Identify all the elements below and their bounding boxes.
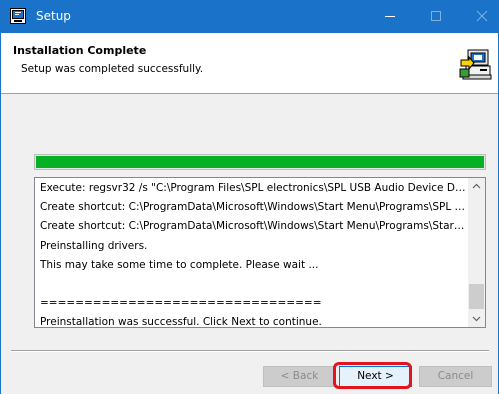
log-line: This may take some time to complete. Ple… bbox=[40, 258, 319, 271]
installer-computer-icon bbox=[459, 49, 492, 80]
chevron-up-icon bbox=[472, 183, 481, 189]
install-log[interactable]: Execute: regsvr32 /s "C:\Program Files\S… bbox=[34, 177, 486, 328]
scroll-thumb[interactable] bbox=[469, 284, 484, 309]
minimize-icon bbox=[385, 16, 395, 17]
log-line: ================================ bbox=[40, 297, 322, 310]
log-line: Preinstallation was successful. Click Ne… bbox=[40, 316, 322, 328]
scroll-up-button[interactable] bbox=[468, 178, 485, 195]
setup-window: Setup Installation Complete Setup was co… bbox=[0, 0, 499, 394]
log-line: Preinstalling drivers. bbox=[40, 239, 148, 252]
page-title: Installation Complete bbox=[13, 44, 147, 57]
progress-bar-fill bbox=[36, 156, 484, 168]
log-line: Create shortcut: C:\ProgramData\Microsof… bbox=[40, 220, 466, 233]
log-scrollbar[interactable] bbox=[468, 178, 485, 327]
window-title: Setup bbox=[36, 9, 71, 23]
close-button[interactable] bbox=[459, 0, 499, 33]
button-divider bbox=[11, 350, 489, 352]
title-bar[interactable]: Setup bbox=[1, 0, 498, 33]
log-line: Execute: regsvr32 /s "C:\Program Files\S… bbox=[40, 182, 466, 194]
maximize-icon bbox=[431, 11, 441, 21]
minimize-button[interactable] bbox=[367, 0, 413, 33]
chevron-down-icon bbox=[472, 316, 481, 322]
wizard-header: Installation Complete Setup was complete… bbox=[1, 33, 498, 94]
log-line: Create shortcut: C:\ProgramData\Microsof… bbox=[40, 201, 466, 214]
back-button[interactable]: < Back bbox=[263, 366, 336, 387]
progress-bar bbox=[34, 154, 486, 170]
install-log-lines: Execute: regsvr32 /s "C:\Program Files\S… bbox=[40, 179, 466, 328]
page-subtitle: Setup was completed successfully. bbox=[21, 63, 204, 75]
cancel-button[interactable]: Cancel bbox=[419, 366, 492, 387]
maximize-button[interactable] bbox=[413, 0, 459, 33]
close-icon bbox=[476, 10, 488, 22]
setup-app-icon bbox=[10, 8, 26, 24]
scroll-down-button[interactable] bbox=[468, 310, 485, 327]
next-button[interactable]: Next > bbox=[339, 366, 412, 387]
